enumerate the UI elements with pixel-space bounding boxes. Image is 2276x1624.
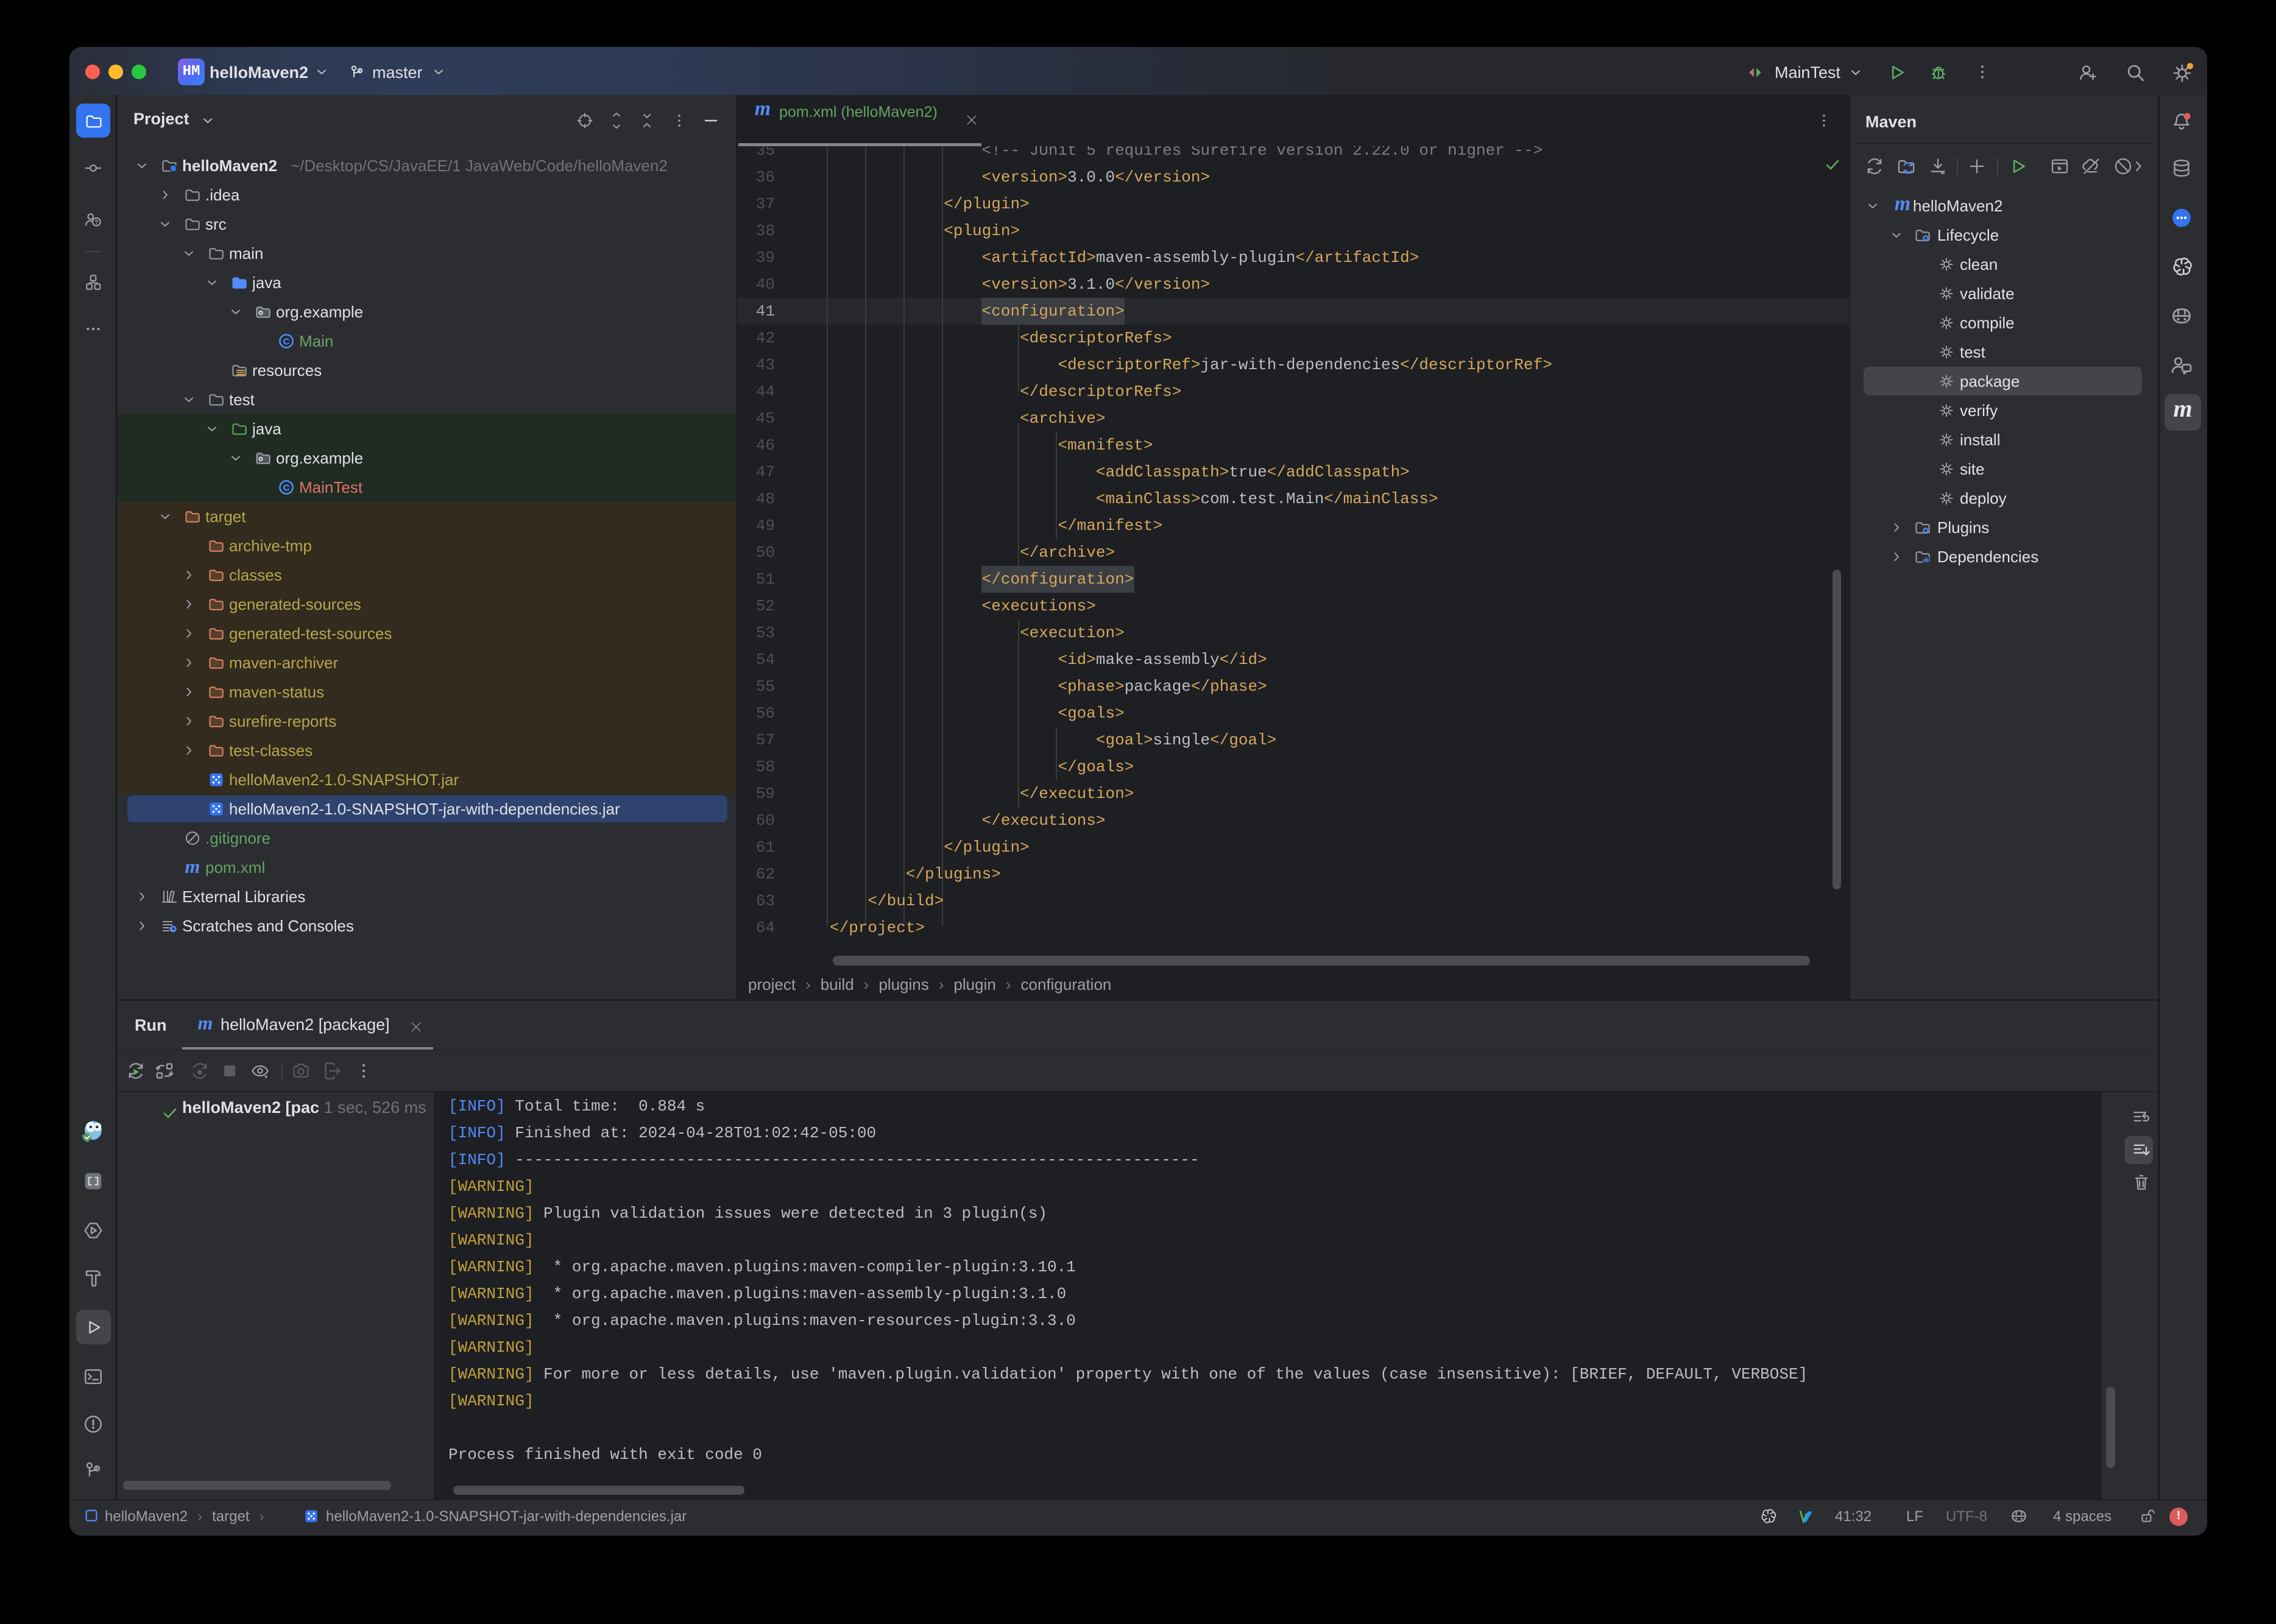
svg-text:?: ? xyxy=(94,219,99,227)
svg-text:C: C xyxy=(283,337,290,347)
svg-text:C: C xyxy=(283,483,290,493)
